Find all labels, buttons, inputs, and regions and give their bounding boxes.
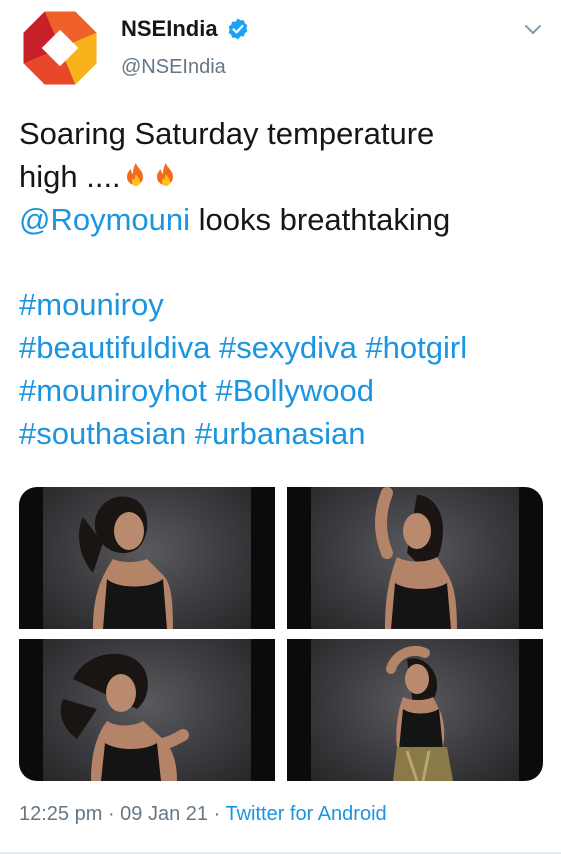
person-figure	[375, 487, 457, 629]
hashtag-link[interactable]: #urbanasian	[195, 416, 366, 451]
tweet-line-3: @Roymouni looks breathtaking	[19, 198, 544, 241]
account-handle[interactable]: @NSEIndia	[121, 56, 226, 79]
hashtag-link[interactable]: #Bollywood	[215, 373, 374, 408]
person-figure	[386, 646, 453, 781]
account-name-row: NSEIndia	[121, 16, 250, 42]
fire-emoji-icon	[126, 163, 143, 186]
tweet-line-3-text: looks breathtaking	[190, 202, 451, 237]
hashtag-line-1: #mouniroy	[19, 283, 544, 326]
hashtag-line-2: #beautifuldiva #sexydiva #hotgirl	[19, 326, 544, 369]
mention-link[interactable]: @Roymouni	[19, 202, 190, 237]
hashtag-link[interactable]: #hotgirl	[365, 330, 467, 365]
meta-separator: ·	[102, 803, 121, 825]
fire-emoji-icon	[156, 163, 173, 186]
tweet-line-1: Soaring Saturday temperature	[19, 116, 435, 151]
tweet-text: Soaring Saturday temperature high .... @…	[19, 112, 544, 455]
tweet-date[interactable]: 09 Jan 21	[120, 803, 208, 825]
meta-separator: ·	[208, 803, 226, 825]
media-photo[interactable]	[19, 487, 275, 629]
hashtag-link[interactable]: #mouniroyhot	[19, 373, 207, 408]
hashtag-line-3: #mouniroyhot #Bollywood	[19, 369, 544, 412]
hashtag-link[interactable]: #mouniroy	[19, 287, 164, 322]
media-photo[interactable]	[287, 639, 543, 781]
tweet-card: NSEIndia @NSEIndia Soaring Saturday temp…	[0, 0, 561, 854]
person-figure	[78, 496, 173, 629]
media-photo[interactable]	[19, 639, 275, 781]
chevron-down-icon[interactable]	[523, 22, 543, 36]
person-figure	[60, 653, 189, 781]
nse-logo-icon[interactable]	[22, 10, 98, 86]
tweet-source-link[interactable]: Twitter for Android	[225, 803, 386, 825]
hashtag-link[interactable]: #beautifuldiva	[19, 330, 210, 365]
tweet-meta: 12:25 pm · 09 Jan 21 · Twitter for Andro…	[19, 803, 387, 826]
media-grid	[19, 487, 543, 781]
tweet-time[interactable]: 12:25 pm	[19, 803, 102, 825]
tweet-line-2-text: high ....	[19, 159, 121, 194]
hashtag-line-4: #southasian #urbanasian	[19, 412, 544, 455]
display-name[interactable]: NSEIndia	[121, 16, 218, 42]
hashtag-link[interactable]: #southasian	[19, 416, 186, 451]
verified-badge-icon	[228, 18, 247, 40]
media-photo[interactable]	[287, 487, 543, 629]
hashtag-link[interactable]: #sexydiva	[219, 330, 357, 365]
tweet-line-2: high ....	[19, 155, 544, 198]
